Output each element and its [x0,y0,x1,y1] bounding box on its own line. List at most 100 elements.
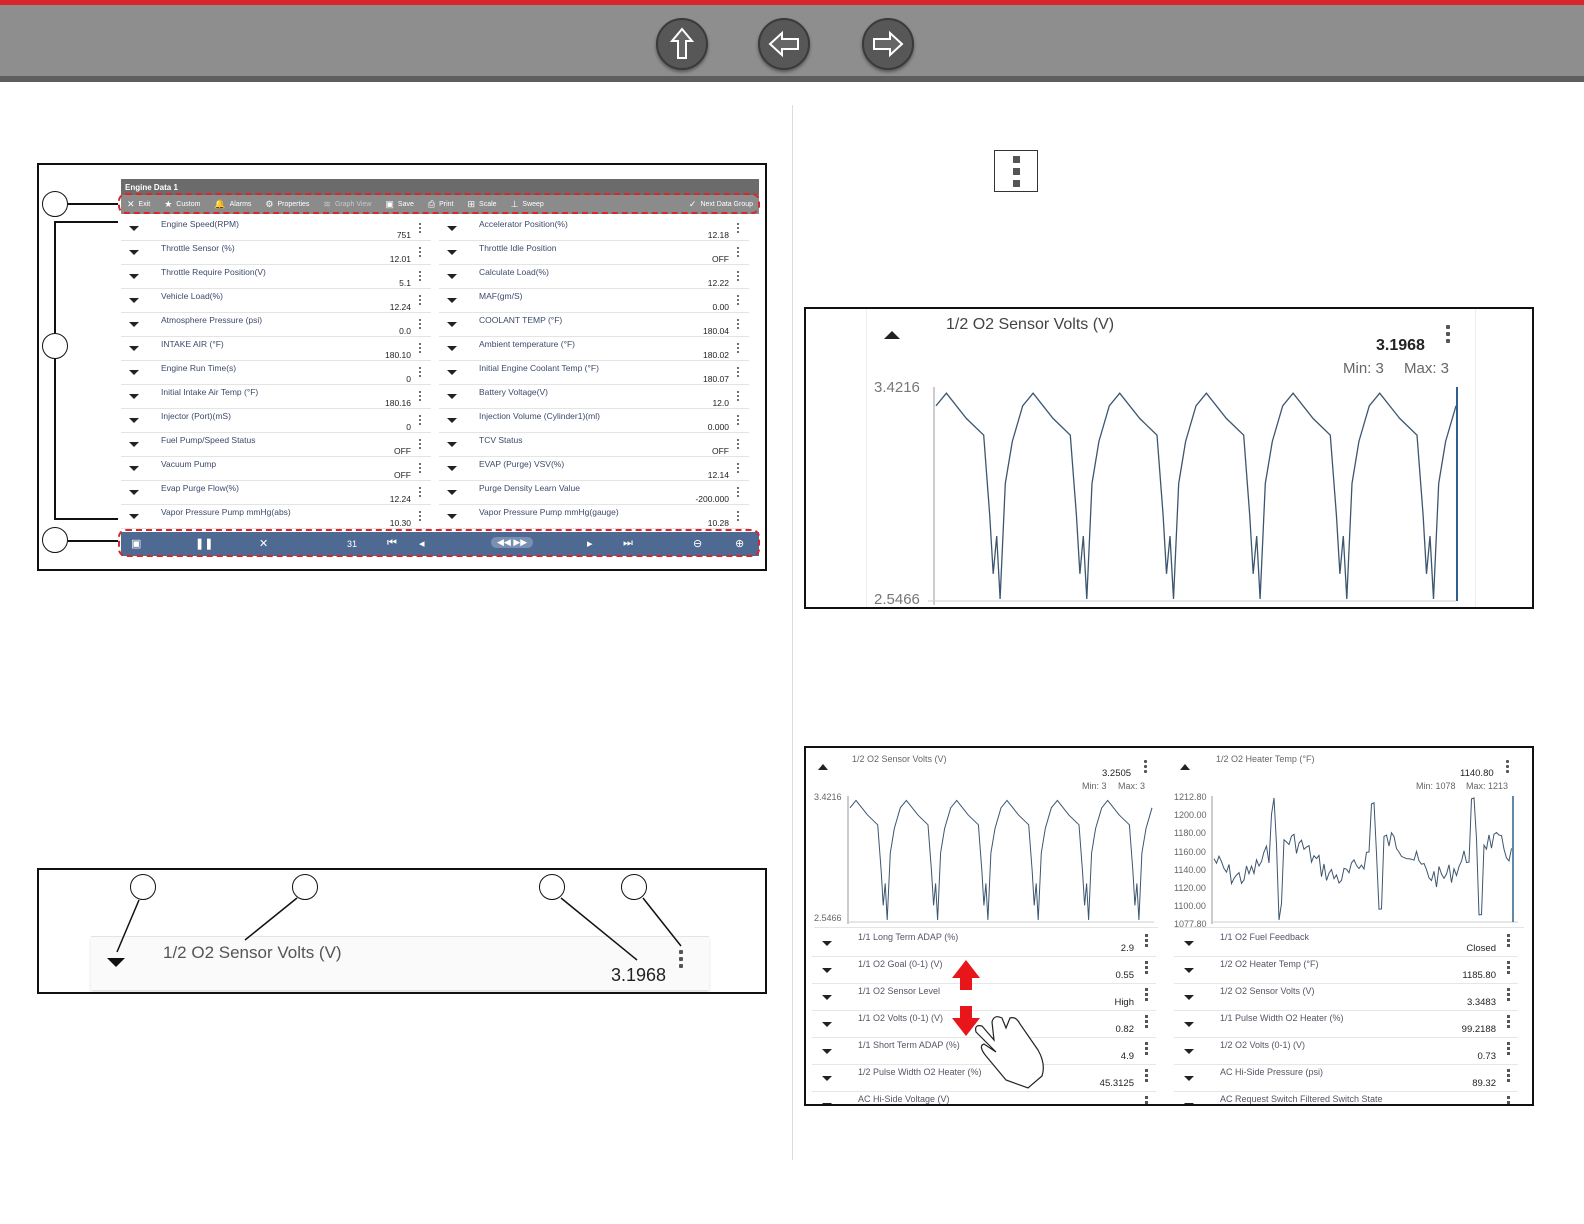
pid-row[interactable]: 1/2 O2 Volts (0-1) (V) 0.73 [1174,1038,1518,1065]
pid-row[interactable]: Evap Purge Flow(%) 12.24 [121,481,431,505]
expand-arrow-icon[interactable] [1184,1103,1194,1104]
expand-arrow-icon[interactable] [822,941,832,946]
expand-arrow-icon[interactable] [1184,1049,1194,1054]
pid-row[interactable]: Throttle Require Position(V) 5.1 [121,265,431,289]
pid-row[interactable]: 1/1 O2 Fuel Feedback Closed [1174,930,1518,957]
menu-kebab-icon[interactable] [419,437,423,451]
expand-arrow-icon[interactable] [822,1022,832,1027]
pid-row[interactable]: 1/1 Pulse Width O2 Heater (%) 99.2188 [1174,1011,1518,1038]
menu-kebab-icon[interactable] [419,341,423,355]
pid-row[interactable]: Battery Voltage(V) 12.0 [439,385,749,409]
expand-arrow-icon[interactable] [447,322,457,327]
menu-kebab-icon[interactable] [419,293,423,307]
expand-arrow-icon[interactable] [129,442,139,447]
expand-arrow-icon[interactable] [129,298,139,303]
menu-kebab-icon[interactable] [1145,1042,1148,1057]
expand-arrow-icon[interactable] [1184,1076,1194,1081]
menu-kebab-icon[interactable] [419,413,423,427]
menu-kebab-icon[interactable] [1507,988,1510,1003]
pid-row[interactable]: Initial Intake Air Temp (°F) 180.16 [121,385,431,409]
pid-row[interactable]: Throttle Idle Position OFF [439,241,749,265]
pid-row[interactable]: COOLANT TEMP (°F) 180.04 [439,313,749,337]
pid-row[interactable]: Engine Speed(RPM) 751 [121,217,431,241]
menu-kebab-icon[interactable] [737,317,741,331]
menu-kebab-icon[interactable] [419,317,423,331]
expand-arrow-icon[interactable] [1184,995,1194,1000]
pid-row[interactable]: 1/1 Long Term ADAP (%) 2.9 [812,930,1156,957]
expand-arrow-icon[interactable] [822,1076,832,1081]
menu-kebab-icon[interactable] [1145,988,1148,1003]
menu-kebab-icon[interactable] [419,485,423,499]
expand-arrow-icon[interactable] [447,418,457,423]
pid-row[interactable]: Calculate Load(%) 12.22 [439,265,749,289]
pid-row[interactable]: Vapor Pressure Pump mmHg(gauge) 10.28 [439,505,749,529]
pid-row[interactable]: Vehicle Load(%) 12.24 [121,289,431,313]
menu-kebab-icon[interactable] [419,221,423,235]
menu-kebab-icon[interactable] [737,293,741,307]
pid-row[interactable]: Vacuum Pump OFF [121,457,431,481]
menu-kebab-icon[interactable] [737,509,741,523]
pid-row[interactable]: MAF(gm/S) 0.00 [439,289,749,313]
expand-arrow-icon[interactable] [447,250,457,255]
menu-kebab-icon[interactable] [1145,1069,1148,1084]
pid-row[interactable]: 1/2 O2 Sensor Volts (V) 3.3483 [1174,984,1518,1011]
menu-kebab-icon[interactable] [1145,934,1148,949]
expand-arrow-icon[interactable] [129,466,139,471]
expand-arrow-icon[interactable] [822,995,832,1000]
pid-row[interactable]: Purge Density Learn Value -200.000 [439,481,749,505]
pid-row[interactable]: 1/2 O2 Heater Temp (°F) 1185.80 [1174,957,1518,984]
pid-row[interactable]: Ambient temperature (°F) 180.02 [439,337,749,361]
pid-row[interactable]: AC Hi-Side Pressure (psi) 89.32 [1174,1065,1518,1092]
expand-arrow-icon[interactable] [129,250,139,255]
pid-row[interactable]: Injector (Port)(mS) 0 [121,409,431,433]
menu-kebab-icon[interactable] [1507,1096,1510,1104]
pid-row[interactable]: AC Request Switch Filtered Switch State [1174,1092,1518,1104]
expand-arrow-icon[interactable] [129,274,139,279]
menu-kebab-icon[interactable] [1145,961,1148,976]
expand-arrow-icon[interactable] [447,226,457,231]
expand-arrow-icon[interactable] [447,394,457,399]
home-button[interactable] [656,18,708,70]
pid-row[interactable]: Fuel Pump/Speed Status OFF [121,433,431,457]
pid-row[interactable]: Atmosphere Pressure (psi) 0.0 [121,313,431,337]
pid-row[interactable]: Injection Volume (Cylinder1)(ml) 0.000 [439,409,749,433]
menu-kebab-icon[interactable] [737,437,741,451]
expand-arrow-icon[interactable] [129,394,139,399]
expand-arrow-icon[interactable] [447,442,457,447]
menu-kebab-icon[interactable] [737,269,741,283]
menu-kebab-icon[interactable] [737,413,741,427]
pid-row[interactable]: Vapor Pressure Pump mmHg(abs) 10.30 [121,505,431,529]
pid-row[interactable]: Accelerator Position(%) 12.18 [439,217,749,241]
pid-row[interactable]: Initial Engine Coolant Temp (°F) 180.07 [439,361,749,385]
expand-arrow-icon[interactable] [129,514,139,519]
menu-kebab-icon[interactable] [419,461,423,475]
menu-kebab-icon[interactable] [1507,1042,1510,1057]
menu-kebab-icon[interactable] [1507,934,1510,949]
expand-arrow-icon[interactable] [1184,941,1194,946]
expand-arrow-icon[interactable] [129,226,139,231]
expand-arrow-icon[interactable] [129,418,139,423]
expand-arrow-icon[interactable] [447,490,457,495]
menu-kebab-icon[interactable] [419,509,423,523]
expand-arrow-icon[interactable] [822,968,832,973]
expand-arrow-icon[interactable] [129,490,139,495]
expand-arrow-icon[interactable] [129,346,139,351]
menu-kebab-icon[interactable] [737,485,741,499]
expand-arrow-icon[interactable] [447,370,457,375]
expand-arrow-icon[interactable] [822,1049,832,1054]
menu-kebab-icon[interactable] [419,365,423,379]
expand-arrow-icon[interactable] [1184,1022,1194,1027]
menu-kebab-icon[interactable] [1145,1096,1148,1104]
menu-kebab-icon[interactable] [1145,1015,1148,1030]
forward-button[interactable] [862,18,914,70]
expand-arrow-icon[interactable] [447,346,457,351]
menu-kebab-icon[interactable] [1507,961,1510,976]
pid-row[interactable]: TCV Status OFF [439,433,749,457]
menu-kebab-icon[interactable] [419,389,423,403]
expand-arrow-icon[interactable] [447,514,457,519]
expand-arrow-icon[interactable] [447,466,457,471]
back-button[interactable] [758,18,810,70]
menu-kebab-icon[interactable] [419,269,423,283]
expand-arrow-icon[interactable] [129,370,139,375]
menu-kebab-icon[interactable] [737,221,741,235]
